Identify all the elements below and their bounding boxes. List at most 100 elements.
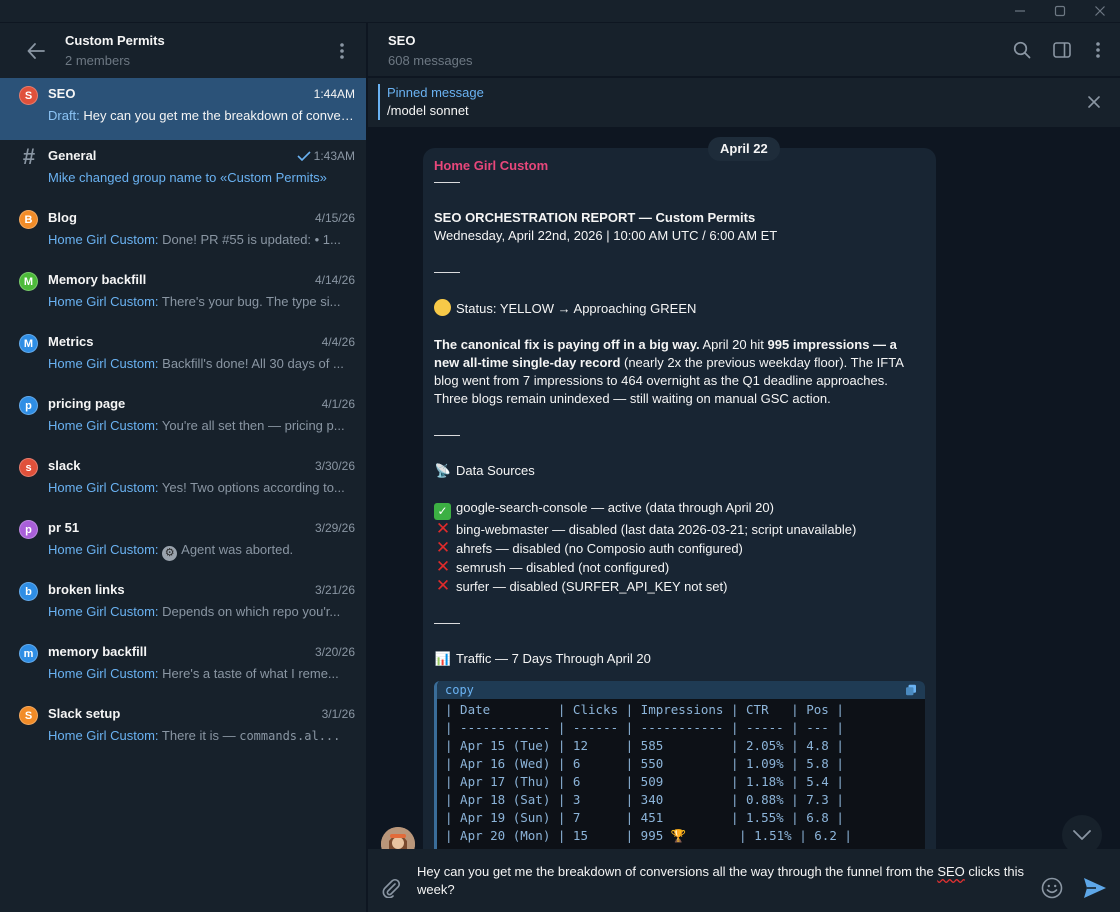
code-line: | Apr 16 (Wed) | 6 | 550 | 1.09% | 5.8 |: [445, 756, 844, 771]
send-button[interactable]: [1082, 875, 1108, 901]
copy-icon[interactable]: [905, 684, 917, 696]
arrow-left-icon: [27, 43, 45, 59]
send-icon: [1084, 878, 1106, 898]
group-title: Custom Permits: [65, 33, 165, 48]
source-text: google-search-console — active (data thr…: [456, 500, 774, 515]
search-button[interactable]: [1010, 38, 1034, 62]
avatar: M: [19, 334, 38, 353]
pinned-close-button[interactable]: [1084, 92, 1104, 112]
group-members-count: 2 members: [65, 53, 131, 68]
pinned-accent-bar: [378, 84, 380, 120]
chat-name: Memory backfill: [48, 272, 147, 287]
code-line: | Apr 18 (Sat) | 3 | 340 | 0.88% | 7.3 |: [445, 792, 844, 807]
chat-preview: Home Girl Custom: There it is — commands…: [48, 728, 356, 743]
source-item: ✕ surfer — disabled (SURFER_API_KEY not s…: [434, 577, 925, 596]
chat-name: slack: [48, 458, 81, 473]
chat-item-metrics[interactable]: M Metrics 4/4/26 Home Girl Custom: Backf…: [0, 326, 366, 388]
check-mark-icon: ✓: [434, 503, 451, 520]
source-item: ✕ semrush — disabled (not configured): [434, 558, 925, 577]
chat-item-broken-links[interactable]: b broken links 3/21/26 Home Girl Custom:…: [0, 574, 366, 636]
divider: ——: [434, 264, 460, 279]
chat-name: General: [48, 148, 97, 163]
sender-avatar-image: [381, 827, 415, 849]
chat-item-blog[interactable]: B Blog 4/15/26 Home Girl Custom: Done! P…: [0, 202, 366, 264]
chat-item-seo[interactable]: S SEO 1:44AM Draft: Hey can you get me t…: [0, 78, 366, 140]
chat-preview-text: Done! PR #55 is updated: • 1...: [162, 232, 341, 247]
emoji-button[interactable]: [1040, 876, 1064, 900]
chat-time-text: 1:43AM: [313, 149, 355, 163]
code-block[interactable]: copy | Date | Clicks | Impressions | CTR…: [434, 681, 925, 849]
report-title: SEO ORCHESTRATION REPORT — Custom Permit…: [434, 210, 756, 225]
summary-paragraph: The canonical fix is paying off in a big…: [434, 336, 925, 408]
chat-preview-text: You're all set then — pricing p...: [161, 418, 345, 433]
more-vertical-icon: [1096, 42, 1100, 58]
chat-item-slack-setup[interactable]: S Slack setup 3/1/26 Home Girl Custom: T…: [0, 698, 366, 760]
maximize-button[interactable]: [1040, 0, 1080, 23]
report-date: Wednesday, April 22nd, 2026 | 10:00 AM U…: [434, 228, 778, 243]
copy-label[interactable]: copy: [445, 683, 474, 697]
summary-bold-1: The canonical fix is paying off in a big…: [434, 337, 700, 352]
code-header[interactable]: copy: [437, 681, 925, 699]
chat-title: SEO: [388, 33, 416, 48]
sidebar-toggle-button[interactable]: [1050, 38, 1074, 62]
chat-preview-sender: Home Girl Custom:: [48, 480, 159, 495]
scroll-down-button[interactable]: [1062, 815, 1102, 849]
message-input[interactable]: Hey can you get me the breakdown of conv…: [417, 863, 1037, 899]
chat-preview-sender: Home Girl Custom:: [48, 542, 159, 557]
input-text-1: Hey can you get me the breakdown of conv…: [417, 864, 938, 879]
draft-text: Hey can you get me the breakdown of conv…: [83, 108, 356, 123]
gear-icon: ⚙: [162, 546, 178, 561]
avatar: M: [19, 272, 38, 291]
pinned-message[interactable]: Pinned message /model sonnet: [368, 78, 1120, 127]
sidebar: Custom Permits 2 members S SEO 1:44AM Dr…: [0, 23, 367, 912]
chat-list: S SEO 1:44AM Draft: Hey can you get me t…: [0, 78, 366, 760]
code-body: | Date | Clicks | Impressions | CTR | Po…: [437, 699, 925, 847]
avatar: s: [19, 458, 38, 477]
chat-preview-code: commands.al...: [239, 729, 341, 743]
chat-menu-button[interactable]: [1086, 38, 1110, 62]
chat-preview-sender: Home Girl Custom:: [48, 232, 159, 247]
chat-preview-text: Yes! Two options according to...: [161, 480, 345, 495]
chat-preview: Mike changed group name to «Custom Permi…: [48, 170, 356, 185]
chat-item-slack[interactable]: s slack 3/30/26 Home Girl Custom: Yes! T…: [0, 450, 366, 512]
cross-mark-icon: ✕: [435, 557, 451, 577]
source-text: surfer — disabled (SURFER_API_KEY not se…: [456, 579, 728, 594]
traffic-title: Traffic — 7 Days Through April 20: [456, 651, 651, 666]
avatar[interactable]: [381, 827, 415, 849]
attach-button[interactable]: [379, 876, 403, 900]
source-text: semrush — disabled (not configured): [456, 560, 670, 575]
status-text: Status: YELLOW → Approaching GREEN: [456, 301, 697, 316]
avatar: p: [19, 520, 38, 539]
avatar: B: [19, 210, 38, 229]
chat-preview-text: Backfill's done! All 30 days of ...: [162, 356, 344, 371]
sidebar-header: Custom Permits 2 members: [0, 23, 366, 77]
message-bubble[interactable]: Home Girl Custom —— SEO ORCHESTRATION RE…: [423, 148, 936, 849]
group-menu-button[interactable]: [332, 39, 352, 63]
back-button[interactable]: [22, 37, 50, 65]
chat-item-memory-backfill[interactable]: M Memory backfill 4/14/26 Home Girl Cust…: [0, 264, 366, 326]
chat-time: 4/1/26: [321, 397, 355, 411]
code-line: | ------------ | ------ | ----------- | …: [445, 720, 844, 735]
chat-preview-text: Depends on which repo you'r...: [162, 604, 341, 619]
chat-item-general[interactable]: # General 1:43AM Mike changed group name…: [0, 140, 366, 202]
summary-text-1: April 20 hit: [699, 337, 768, 352]
message-composer: Hey can you get me the breakdown of conv…: [368, 849, 1120, 912]
chat-item-pr-51[interactable]: p pr 51 3/29/26 Home Girl Custom: ⚙ Agent…: [0, 512, 366, 574]
pinned-title: Pinned message: [387, 85, 484, 100]
chat-preview: Home Girl Custom: Backfill's done! All 3…: [48, 356, 356, 371]
message-list[interactable]: Home Girl Custom —— SEO ORCHESTRATION RE…: [368, 127, 1120, 849]
cross-mark-icon: ✕: [435, 519, 451, 539]
minimize-button[interactable]: [1000, 0, 1040, 23]
divider: ——: [434, 615, 460, 630]
chat-preview-sender: Home Girl Custom:: [48, 294, 159, 309]
chat-item-memory-backfill-2[interactable]: m memory backfill 3/20/26 Home Girl Cust…: [0, 636, 366, 698]
close-window-button[interactable]: [1080, 0, 1120, 23]
source-item: ✓ google-search-console — active (data th…: [434, 499, 925, 520]
chat-item-pricing-page[interactable]: p pricing page 4/1/26 Home Girl Custom: …: [0, 388, 366, 450]
chat-time: 4/14/26: [314, 273, 355, 287]
chat-time: 1:44AM: [313, 87, 355, 101]
chat-time: 3/29/26: [314, 521, 355, 535]
chat-name: SEO: [48, 86, 76, 101]
message-sender[interactable]: Home Girl Custom: [434, 158, 925, 173]
chat-header: SEO 608 messages: [368, 23, 1120, 77]
